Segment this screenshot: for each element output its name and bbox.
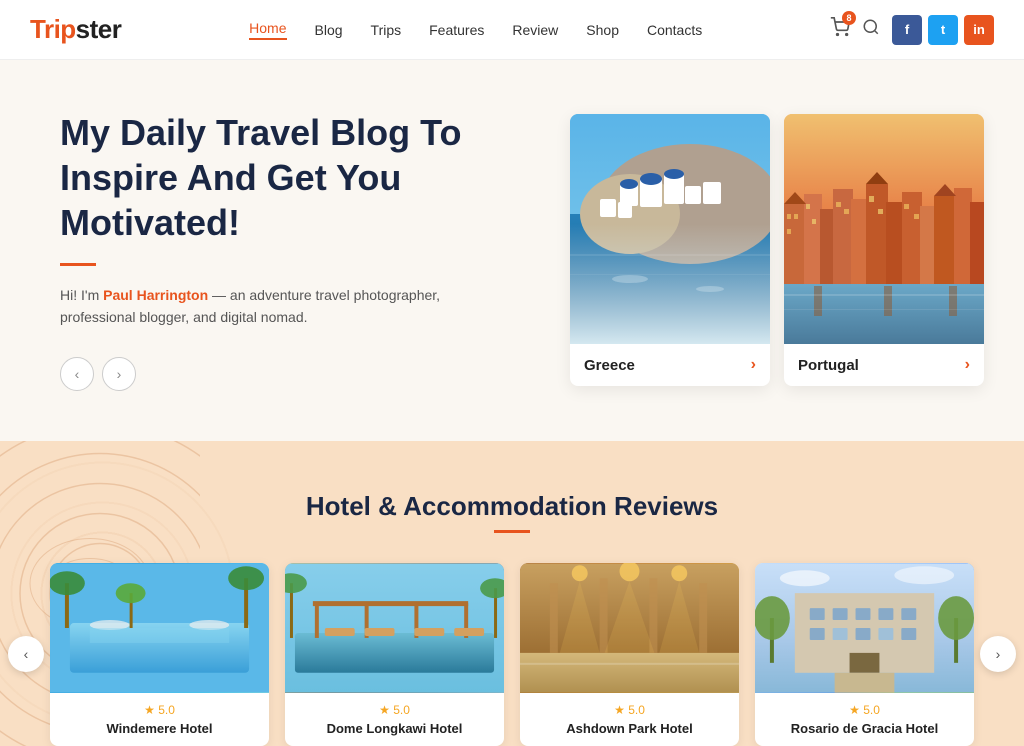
instagram-icon[interactable]: in bbox=[964, 15, 994, 45]
hotel-scene-4 bbox=[755, 563, 974, 693]
hotel-info-4: ★ 5.0 Rosario de Gracia Hotel bbox=[755, 693, 974, 746]
hotel-image-1 bbox=[50, 563, 269, 693]
star-icon-2: ★ bbox=[379, 703, 390, 717]
carousel-prev-button[interactable]: ‹ bbox=[8, 636, 44, 672]
cart-button[interactable]: 8 bbox=[830, 17, 850, 42]
hotel-image-3 bbox=[520, 563, 739, 693]
hotel-name-4: Rosario de Gracia Hotel bbox=[767, 721, 962, 736]
header-right: 8 f t in bbox=[830, 15, 994, 45]
hotel-stars-2: ★ 5.0 bbox=[297, 703, 492, 717]
nav-features[interactable]: Features bbox=[429, 22, 484, 38]
hotel-scene-3 bbox=[520, 563, 739, 693]
hotel-image-4 bbox=[755, 563, 974, 693]
hero-description: Hi! I'm Paul Harrington — an adventure t… bbox=[60, 284, 480, 329]
hotel-scene-2 bbox=[285, 563, 504, 693]
main-nav: Home Blog Trips Features Review Shop Con… bbox=[249, 20, 702, 40]
cart-badge: 8 bbox=[842, 11, 856, 25]
greece-name: Greece bbox=[584, 357, 635, 374]
hero-desc-prefix: Hi! I'm bbox=[60, 287, 103, 303]
hotel-info-2: ★ 5.0 Dome Longkawi Hotel bbox=[285, 693, 504, 746]
portugal-name: Portugal bbox=[798, 357, 859, 374]
star-icon-3: ★ bbox=[614, 703, 625, 717]
header: Tripster Home Blog Trips Features Review… bbox=[0, 0, 1024, 60]
hero-section: My Daily Travel Blog To Inspire And Get … bbox=[0, 60, 1024, 441]
hotels-carousel: ‹ bbox=[0, 563, 1024, 746]
nav-review[interactable]: Review bbox=[512, 22, 558, 38]
hotel-card-4[interactable]: ★ 5.0 Rosario de Gracia Hotel bbox=[755, 563, 974, 746]
greece-label: Greece › bbox=[570, 344, 770, 386]
carousel-next-button[interactable]: › bbox=[980, 636, 1016, 672]
hotel-image-2 bbox=[285, 563, 504, 693]
portugal-image bbox=[784, 114, 984, 344]
nav-contacts[interactable]: Contacts bbox=[647, 22, 702, 38]
hotel-scene-1 bbox=[50, 563, 269, 693]
portugal-arrow: › bbox=[965, 356, 970, 374]
search-button[interactable] bbox=[862, 18, 880, 41]
greece-arrow: › bbox=[751, 356, 756, 374]
portugal-scene bbox=[784, 114, 984, 344]
logo-ster: ster bbox=[76, 14, 122, 44]
star-icon-1: ★ bbox=[144, 703, 155, 717]
hotel-rating-4: 5.0 bbox=[863, 703, 880, 717]
twitter-icon[interactable]: t bbox=[928, 15, 958, 45]
hero-content: My Daily Travel Blog To Inspire And Get … bbox=[60, 110, 480, 391]
nav-trips[interactable]: Trips bbox=[371, 22, 402, 38]
portugal-label: Portugal › bbox=[784, 344, 984, 386]
hotel-name-1: Windemere Hotel bbox=[62, 721, 257, 736]
hotel-name-3: Ashdown Park Hotel bbox=[532, 721, 727, 736]
hero-arrows: ‹ › bbox=[60, 357, 480, 391]
reviews-section: Hotel & Accommodation Reviews ‹ bbox=[0, 441, 1024, 746]
social-icons: f t in bbox=[892, 15, 994, 45]
hotel-stars-4: ★ 5.0 bbox=[767, 703, 962, 717]
destination-card-portugal[interactable]: Portugal › bbox=[784, 114, 984, 386]
hotel-stars-1: ★ 5.0 bbox=[62, 703, 257, 717]
hero-title: My Daily Travel Blog To Inspire And Get … bbox=[60, 110, 480, 245]
hotel-info-3: ★ 5.0 Ashdown Park Hotel bbox=[520, 693, 739, 746]
next-button[interactable]: › bbox=[102, 357, 136, 391]
logo[interactable]: Tripster bbox=[30, 14, 121, 45]
hotel-card-1[interactable]: ★ 5.0 Windemere Hotel bbox=[50, 563, 269, 746]
search-icon bbox=[862, 18, 880, 36]
star-icon-4: ★ bbox=[849, 703, 860, 717]
facebook-icon[interactable]: f bbox=[892, 15, 922, 45]
hero-divider bbox=[60, 263, 96, 266]
hero-author: Paul Harrington bbox=[103, 287, 208, 303]
destination-card-greece[interactable]: Greece › bbox=[570, 114, 770, 386]
hotel-card-2[interactable]: ★ 5.0 Dome Longkawi Hotel bbox=[285, 563, 504, 746]
nav-shop[interactable]: Shop bbox=[586, 22, 619, 38]
reviews-divider bbox=[494, 530, 530, 533]
destination-cards: Greece › bbox=[480, 114, 994, 386]
prev-button[interactable]: ‹ bbox=[60, 357, 94, 391]
hotel-name-2: Dome Longkawi Hotel bbox=[297, 721, 492, 736]
hotel-card-3[interactable]: ★ 5.0 Ashdown Park Hotel bbox=[520, 563, 739, 746]
hotel-rating-2: 5.0 bbox=[393, 703, 410, 717]
hotel-stars-3: ★ 5.0 bbox=[532, 703, 727, 717]
greece-scene bbox=[570, 114, 770, 344]
hotel-rating-1: 5.0 bbox=[158, 703, 175, 717]
greece-image bbox=[570, 114, 770, 344]
nav-home[interactable]: Home bbox=[249, 20, 286, 40]
hotel-info-1: ★ 5.0 Windemere Hotel bbox=[50, 693, 269, 746]
hotel-rating-3: 5.0 bbox=[628, 703, 645, 717]
nav-blog[interactable]: Blog bbox=[315, 22, 343, 38]
logo-trip: Trip bbox=[30, 14, 76, 44]
